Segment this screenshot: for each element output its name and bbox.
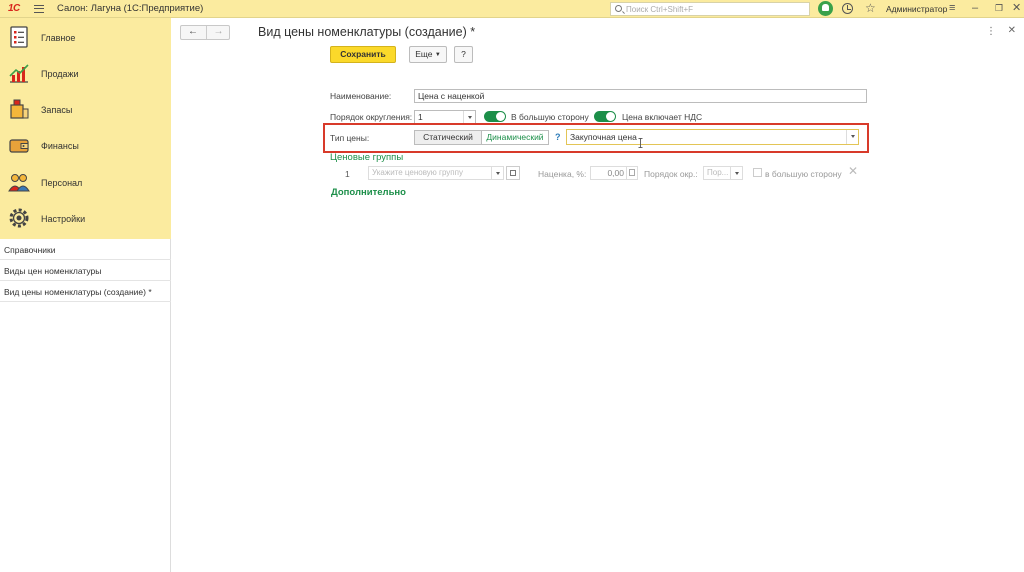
- price-type-help-icon[interactable]: ?: [555, 132, 561, 142]
- delete-row-icon[interactable]: ✕: [848, 164, 858, 178]
- group-row-number: 1: [345, 169, 350, 179]
- notifications-icon[interactable]: [818, 1, 833, 16]
- settings-menu-icon[interactable]: ≡: [949, 1, 955, 16]
- sidebar: Главное Продажи Запасы Финансы Персонал …: [0, 18, 171, 572]
- sales-chart-icon: [9, 64, 29, 83]
- group-rounding-select[interactable]: Пор...: [703, 166, 743, 180]
- section-label: Финансы: [41, 141, 79, 151]
- price-groups-title: Ценовые группы: [330, 152, 404, 163]
- minimize-icon[interactable]: –: [972, 1, 978, 16]
- section-panel: Главное Продажи Запасы Финансы Персонал …: [0, 18, 171, 239]
- vat-included-label: Цена включает НДС: [622, 112, 703, 122]
- chevron-down-icon[interactable]: [846, 130, 858, 144]
- open-group-icon[interactable]: [506, 166, 520, 180]
- group-rounding-label: Порядок окр.:: [644, 169, 698, 179]
- name-label: Наименование:: [330, 91, 392, 101]
- markup-input[interactable]: 0,00: [590, 166, 628, 180]
- nav-link-price-types[interactable]: Виды цен номенклатуры: [0, 260, 171, 281]
- save-button[interactable]: Сохранить: [330, 46, 396, 63]
- chevron-down-icon: ▼: [434, 52, 441, 58]
- form-more-actions-icon[interactable]: ⋮: [986, 26, 996, 37]
- app-title: Салон: Лагуна (1С:Предприятие): [57, 3, 204, 14]
- name-input[interactable]: Цена с наценкой: [414, 89, 867, 103]
- chevron-down-icon[interactable]: [463, 111, 475, 123]
- section-settings[interactable]: Настройки: [0, 201, 171, 237]
- section-sales[interactable]: Продажи: [0, 56, 171, 92]
- history-icon[interactable]: [842, 3, 853, 14]
- form-title: Вид цены номенклатуры (создание) *: [258, 25, 476, 39]
- price-group-select[interactable]: Укажите ценовую группу: [368, 166, 504, 180]
- calculator-icon[interactable]: [626, 166, 638, 180]
- stock-icon: [10, 99, 29, 119]
- group-round-up-checkbox[interactable]: [753, 168, 762, 177]
- section-label: Настройки: [41, 214, 86, 224]
- search-input[interactable]: [626, 4, 806, 14]
- base-price-type-select[interactable]: Закупочная цена: [566, 129, 859, 145]
- restore-window-icon[interactable]: ❐: [995, 1, 1003, 16]
- section-label: Персонал: [41, 178, 83, 188]
- section-main[interactable]: Главное: [0, 20, 171, 56]
- additional-section-link[interactable]: Дополнительно: [331, 187, 406, 198]
- section-personnel[interactable]: Персонал: [0, 165, 171, 201]
- form-area: ← → Вид цены номенклатуры (создание) * ⋮…: [172, 18, 1024, 572]
- form-close-icon[interactable]: ✕: [1008, 25, 1016, 36]
- list-icon: [10, 26, 28, 48]
- people-icon: [8, 174, 30, 192]
- history-nav: ← →: [180, 25, 230, 40]
- global-search[interactable]: [610, 2, 810, 16]
- favorites-star-icon[interactable]: ☆: [865, 1, 876, 15]
- chevron-down-icon[interactable]: [491, 167, 503, 179]
- nav-link-catalogs[interactable]: Справочники: [0, 239, 171, 260]
- price-type-dynamic-option[interactable]: Динамический: [481, 130, 549, 145]
- more-button[interactable]: Еще ▼: [409, 46, 447, 63]
- round-up-label: В большую сторону: [511, 112, 589, 122]
- round-up-toggle[interactable]: [484, 111, 506, 122]
- chevron-down-icon[interactable]: [730, 167, 742, 179]
- title-bar: 1С Салон: Лагуна (1С:Предприятие) ☆ Адми…: [0, 0, 1024, 18]
- current-user-name[interactable]: Администратор: [886, 4, 947, 14]
- app-logo: 1С: [8, 3, 20, 14]
- markup-label: Наценка, %:: [538, 169, 587, 179]
- gear-icon: [9, 208, 29, 228]
- price-type-label: Тип цены:: [330, 133, 370, 143]
- wallet-icon: [9, 139, 29, 153]
- section-stock[interactable]: Запасы: [0, 92, 171, 128]
- back-arrow-icon[interactable]: ←: [181, 26, 205, 39]
- section-finance[interactable]: Финансы: [0, 128, 171, 164]
- text-cursor-icon: [638, 138, 643, 148]
- section-label: Продажи: [41, 69, 79, 79]
- main-menu-icon[interactable]: [34, 5, 44, 13]
- group-round-up-label: в большую сторону: [765, 169, 842, 179]
- close-window-icon[interactable]: ✕: [1012, 1, 1021, 16]
- section-label: Запасы: [41, 105, 73, 115]
- section-label: Главное: [41, 33, 76, 43]
- rounding-select[interactable]: 1: [414, 110, 476, 124]
- price-type-static-option[interactable]: Статический: [414, 130, 482, 145]
- search-icon: [615, 5, 622, 12]
- nav-link-current-form[interactable]: Вид цены номенклатуры (создание) *: [0, 281, 171, 302]
- help-button[interactable]: ?: [454, 46, 473, 63]
- forward-arrow-icon[interactable]: →: [206, 26, 230, 39]
- vat-included-toggle[interactable]: [594, 111, 616, 122]
- rounding-label: Порядок округления:: [330, 112, 413, 122]
